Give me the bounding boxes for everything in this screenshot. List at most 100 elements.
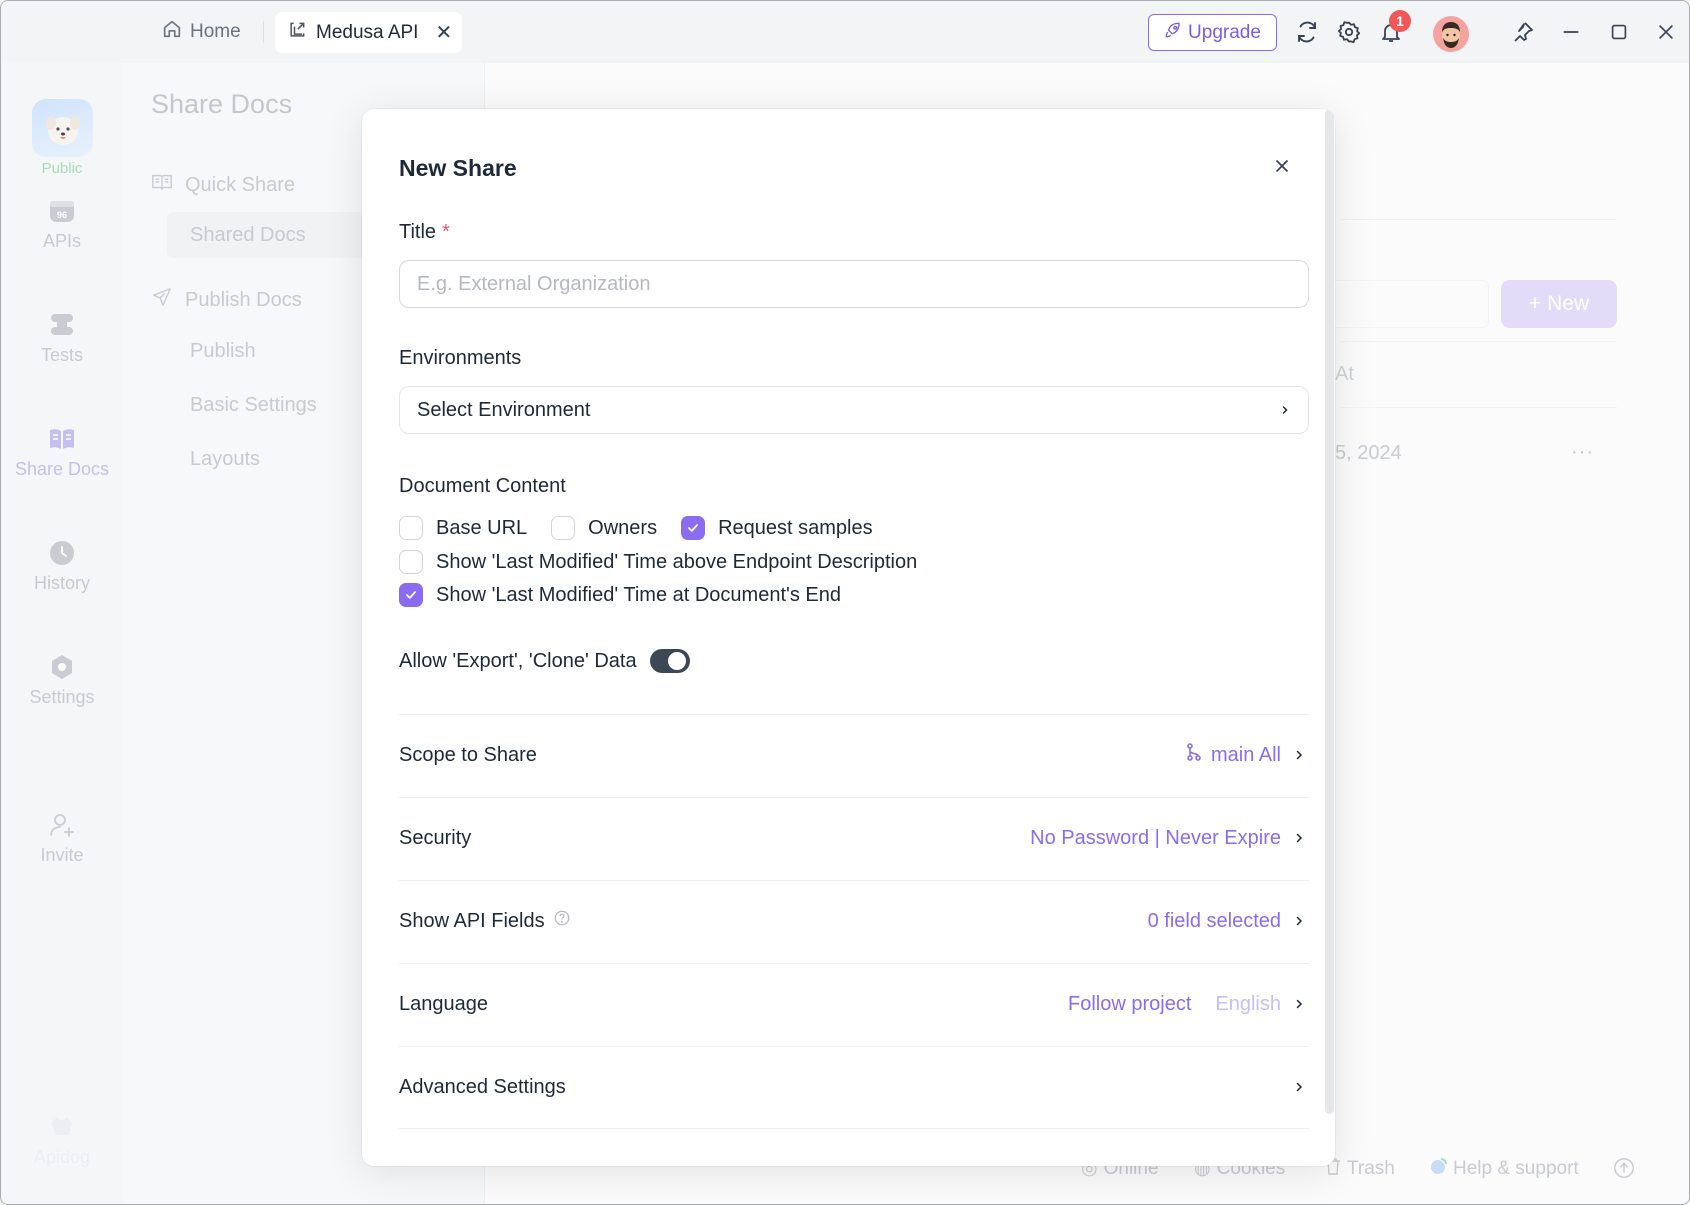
checkbox-label: Base URL <box>436 516 528 539</box>
help-circle-icon[interactable] <box>553 909 571 933</box>
checkbox-label: Show 'Last Modified' Time above Endpoint… <box>436 550 918 573</box>
maximize-icon[interactable] <box>1606 19 1632 45</box>
book-open-icon <box>151 171 173 199</box>
rocket-icon <box>1164 21 1182 45</box>
external-link-icon <box>287 20 307 46</box>
checkbox-box-checked <box>681 516 706 540</box>
app-window: Home Medusa API ✕ Upgrade 1 Public 96 AP… <box>0 0 1690 1205</box>
new-share-button[interactable]: + New <box>1501 280 1617 328</box>
row-show-api-fields[interactable]: Show API Fields 0 field selected <box>399 880 1309 962</box>
nav-history[interactable]: History <box>1 539 123 594</box>
bg-column-header: At <box>1335 363 1354 385</box>
gear-icon[interactable] <box>1336 19 1362 45</box>
sync-icon[interactable] <box>1294 19 1320 45</box>
sub-item-basic-settings[interactable]: Basic Settings <box>190 394 317 417</box>
nav-tests[interactable]: Tests <box>1 311 123 366</box>
row-advanced-settings[interactable]: Advanced Settings <box>399 1046 1309 1128</box>
bg-divider <box>1341 407 1617 408</box>
scroll-top-icon[interactable] <box>1613 1157 1635 1179</box>
advanced-settings-label: Advanced Settings <box>399 1075 566 1098</box>
tab-home[interactable]: Home <box>161 15 241 49</box>
sub-item-layouts[interactable]: Layouts <box>190 448 260 471</box>
status-help-label: Help & support <box>1453 1158 1579 1179</box>
checkbox-box-checked <box>399 583 423 607</box>
close-window-icon[interactable] <box>1653 19 1679 45</box>
language-value: Follow project <box>1068 992 1192 1015</box>
nav-apidog[interactable]: Apidog <box>1 1113 123 1168</box>
tab-medusa-api-label: Medusa API <box>316 21 419 43</box>
checkbox-box <box>399 550 423 574</box>
sub-item-publish[interactable]: Publish <box>190 340 256 363</box>
close-tab-icon[interactable]: ✕ <box>435 20 452 45</box>
tab-home-label: Home <box>190 21 241 42</box>
checkbox-label: Request samples <box>718 516 873 539</box>
group-publish-docs[interactable]: Publish Docs <box>151 286 302 314</box>
document-content-label: Document Content <box>399 475 566 497</box>
chat-bubble-icon <box>1429 1157 1447 1181</box>
scope-label: Scope to Share <box>399 743 537 766</box>
tab-medusa-api[interactable]: Medusa API ✕ <box>275 12 462 53</box>
checkmark-icon <box>688 524 699 532</box>
home-icon <box>161 18 183 46</box>
document-content-options-row: Show 'Last Modified' Time above Endpoint… <box>399 550 941 574</box>
group-quick-share-label: Quick Share <box>185 173 296 196</box>
language-label: Language <box>399 992 488 1015</box>
status-trash[interactable]: Trash <box>1325 1157 1395 1181</box>
checkbox-last-modified-end[interactable]: Show 'Last Modified' Time at Document's … <box>399 583 841 607</box>
pin-icon[interactable] <box>1510 19 1536 45</box>
checkbox-box <box>399 516 423 540</box>
row-scope-to-share[interactable]: Scope to Share main All <box>399 714 1309 796</box>
environments-label: Environments <box>399 347 522 369</box>
title-bar: Home Medusa API ✕ Upgrade 1 <box>1 1 1689 63</box>
tests-icon <box>48 311 76 339</box>
status-help-support[interactable]: Help & support <box>1429 1157 1579 1181</box>
row-language[interactable]: Language Follow project English <box>399 963 1309 1045</box>
title-label-text: Title <box>399 221 437 243</box>
checkbox-base-url[interactable]: Base URL <box>399 516 527 540</box>
modal-scrollbar[interactable] <box>1325 109 1334 1114</box>
project-avatar[interactable] <box>32 99 93 157</box>
api-fields-value: 0 field selected <box>1147 909 1281 932</box>
allow-export-toggle[interactable] <box>649 649 690 673</box>
settings-icon <box>48 653 76 681</box>
new-share-modal: New Share Title* Environments Select Env… <box>362 109 1335 1166</box>
checkbox-owners[interactable]: Owners <box>551 516 657 540</box>
row-security[interactable]: Security No Password | Never Expire <box>399 797 1309 879</box>
upgrade-label: Upgrade <box>1188 21 1261 43</box>
checkmark-icon <box>406 591 416 599</box>
allow-export-row: Allow 'Export', 'Clone' Data <box>399 649 690 673</box>
environment-select[interactable]: Select Environment <box>399 386 1309 434</box>
invite-user-icon <box>48 811 76 839</box>
group-quick-share[interactable]: Quick Share <box>151 171 295 199</box>
bg-divider <box>1341 219 1617 220</box>
chevron-right-icon <box>1289 748 1309 762</box>
checkbox-last-modified-above[interactable]: Show 'Last Modified' Time above Endpoint… <box>399 550 917 574</box>
document-content-options-row: Show 'Last Modified' Time at Document's … <box>399 583 865 607</box>
checkbox-box <box>551 516 576 540</box>
status-trash-label: Trash <box>1347 1158 1395 1179</box>
nav-apis[interactable]: 96 APIs <box>1 197 123 252</box>
minimize-icon[interactable] <box>1558 19 1584 45</box>
checkbox-request-samples[interactable]: Request samples <box>681 516 873 540</box>
clock-icon <box>48 539 76 567</box>
chevron-right-icon <box>1289 914 1309 928</box>
nav-settings[interactable]: Settings <box>1 653 123 708</box>
branch-icon <box>1185 742 1203 768</box>
more-options-icon[interactable]: ··· <box>1571 441 1594 464</box>
close-modal-button[interactable] <box>1267 153 1297 183</box>
nav-share-docs-label: Share Docs <box>14 459 110 479</box>
send-icon <box>151 286 173 314</box>
allow-export-label: Allow 'Export', 'Clone' Data <box>399 649 637 672</box>
nav-invite-label: Invite <box>40 845 84 865</box>
nav-share-docs[interactable]: Share Docs <box>1 425 123 480</box>
title-input[interactable] <box>399 260 1309 308</box>
document-content-options-row: Base URL Owners Request samples <box>399 516 897 540</box>
new-share-button-label: New <box>1547 292 1590 315</box>
group-publish-docs-label: Publish Docs <box>185 288 302 311</box>
chevron-right-icon <box>1289 997 1309 1011</box>
upgrade-button[interactable]: Upgrade <box>1148 14 1277 51</box>
svg-text:96: 96 <box>57 210 67 220</box>
nav-invite[interactable]: Invite <box>1 811 123 866</box>
notification-badge: 1 <box>1389 10 1411 32</box>
user-avatar[interactable] <box>1433 16 1469 52</box>
